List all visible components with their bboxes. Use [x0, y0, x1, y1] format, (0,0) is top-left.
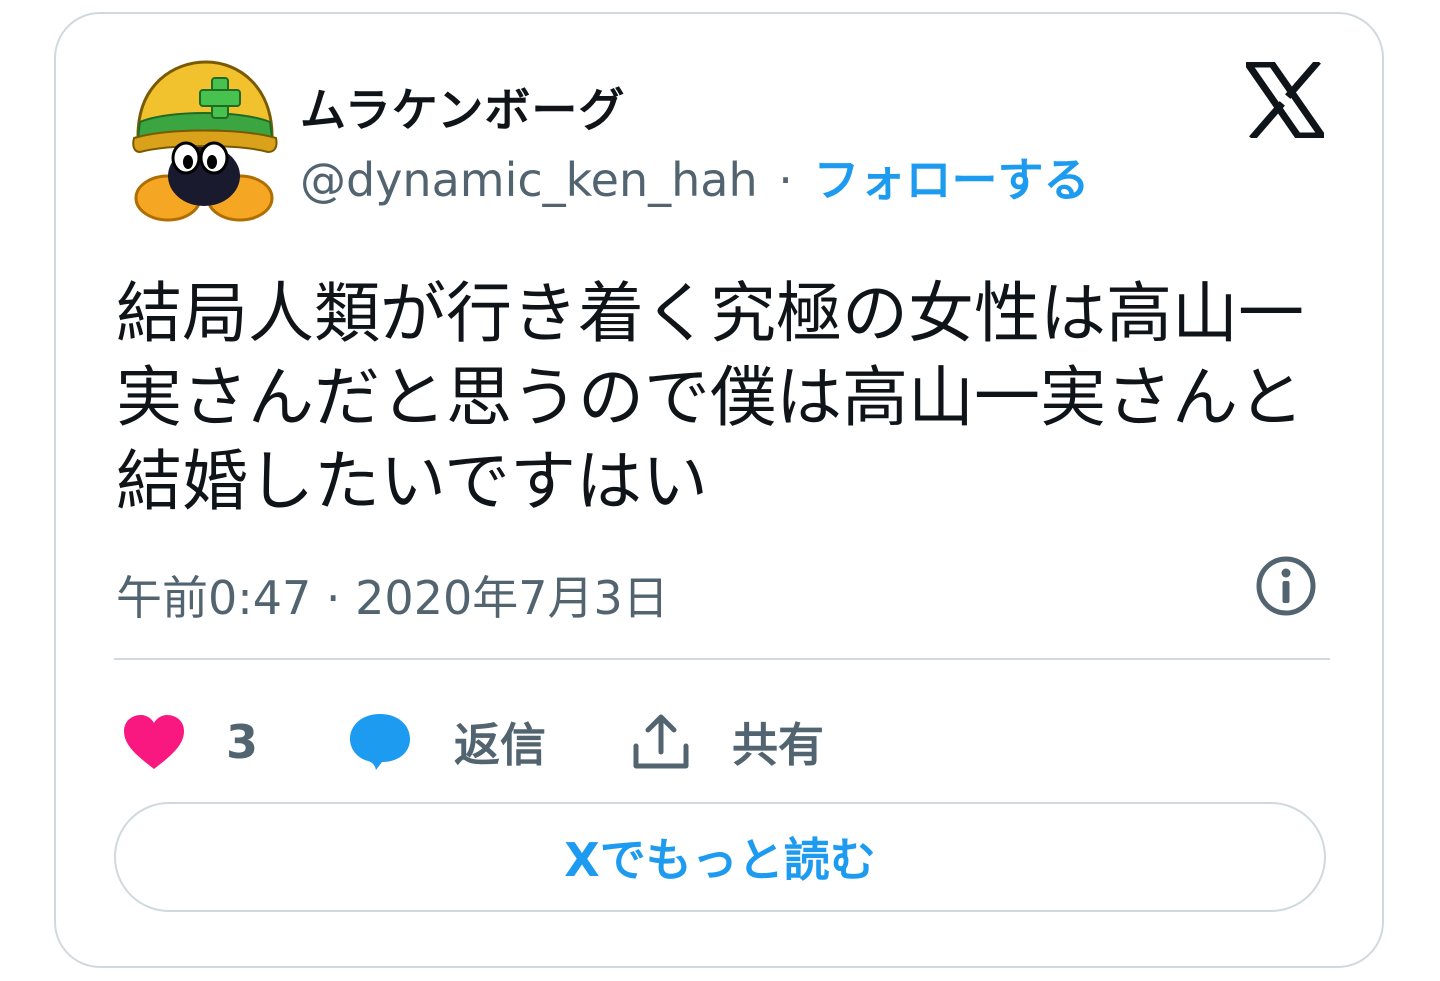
like-count: 3 — [226, 715, 259, 769]
reply-label: 返信 — [454, 718, 546, 772]
separator-dot: · — [778, 153, 793, 207]
read-more-button[interactable]: Xでもっと読む — [114, 802, 1326, 912]
heart-icon — [124, 715, 184, 769]
speech-bubble-icon — [350, 714, 410, 770]
like-button[interactable]: 3 — [122, 702, 258, 782]
tweet-embed-card: ムラケンボーグ @dynamic_ken_hah · フォローする 結局人類が行… — [54, 12, 1384, 968]
info-icon[interactable] — [1254, 554, 1318, 618]
avatar[interactable] — [128, 58, 280, 228]
share-label: 共有 — [732, 718, 824, 772]
display-name[interactable]: ムラケンボーグ — [300, 74, 625, 140]
divider — [114, 658, 1330, 660]
reply-button[interactable]: 返信 — [348, 702, 546, 782]
follow-link[interactable]: フォローする — [813, 153, 1089, 207]
tweet-timestamp[interactable]: 午前0:47 · 2020年7月3日 — [116, 562, 669, 628]
x-logo-icon[interactable] — [1244, 59, 1326, 141]
share-upload-icon — [633, 714, 689, 769]
user-handle[interactable]: @dynamic_ken_hah — [300, 153, 758, 207]
tweet-text: 結局人類が行き着く究極の女性は高山一実さんだと思うので僕は高山一実さんと結婚した… — [116, 275, 1304, 520]
handle-row: @dynamic_ken_hah · フォローする — [300, 152, 1089, 208]
share-button[interactable]: 共有 — [632, 702, 824, 782]
helmet-character-avatar-icon — [132, 60, 278, 222]
